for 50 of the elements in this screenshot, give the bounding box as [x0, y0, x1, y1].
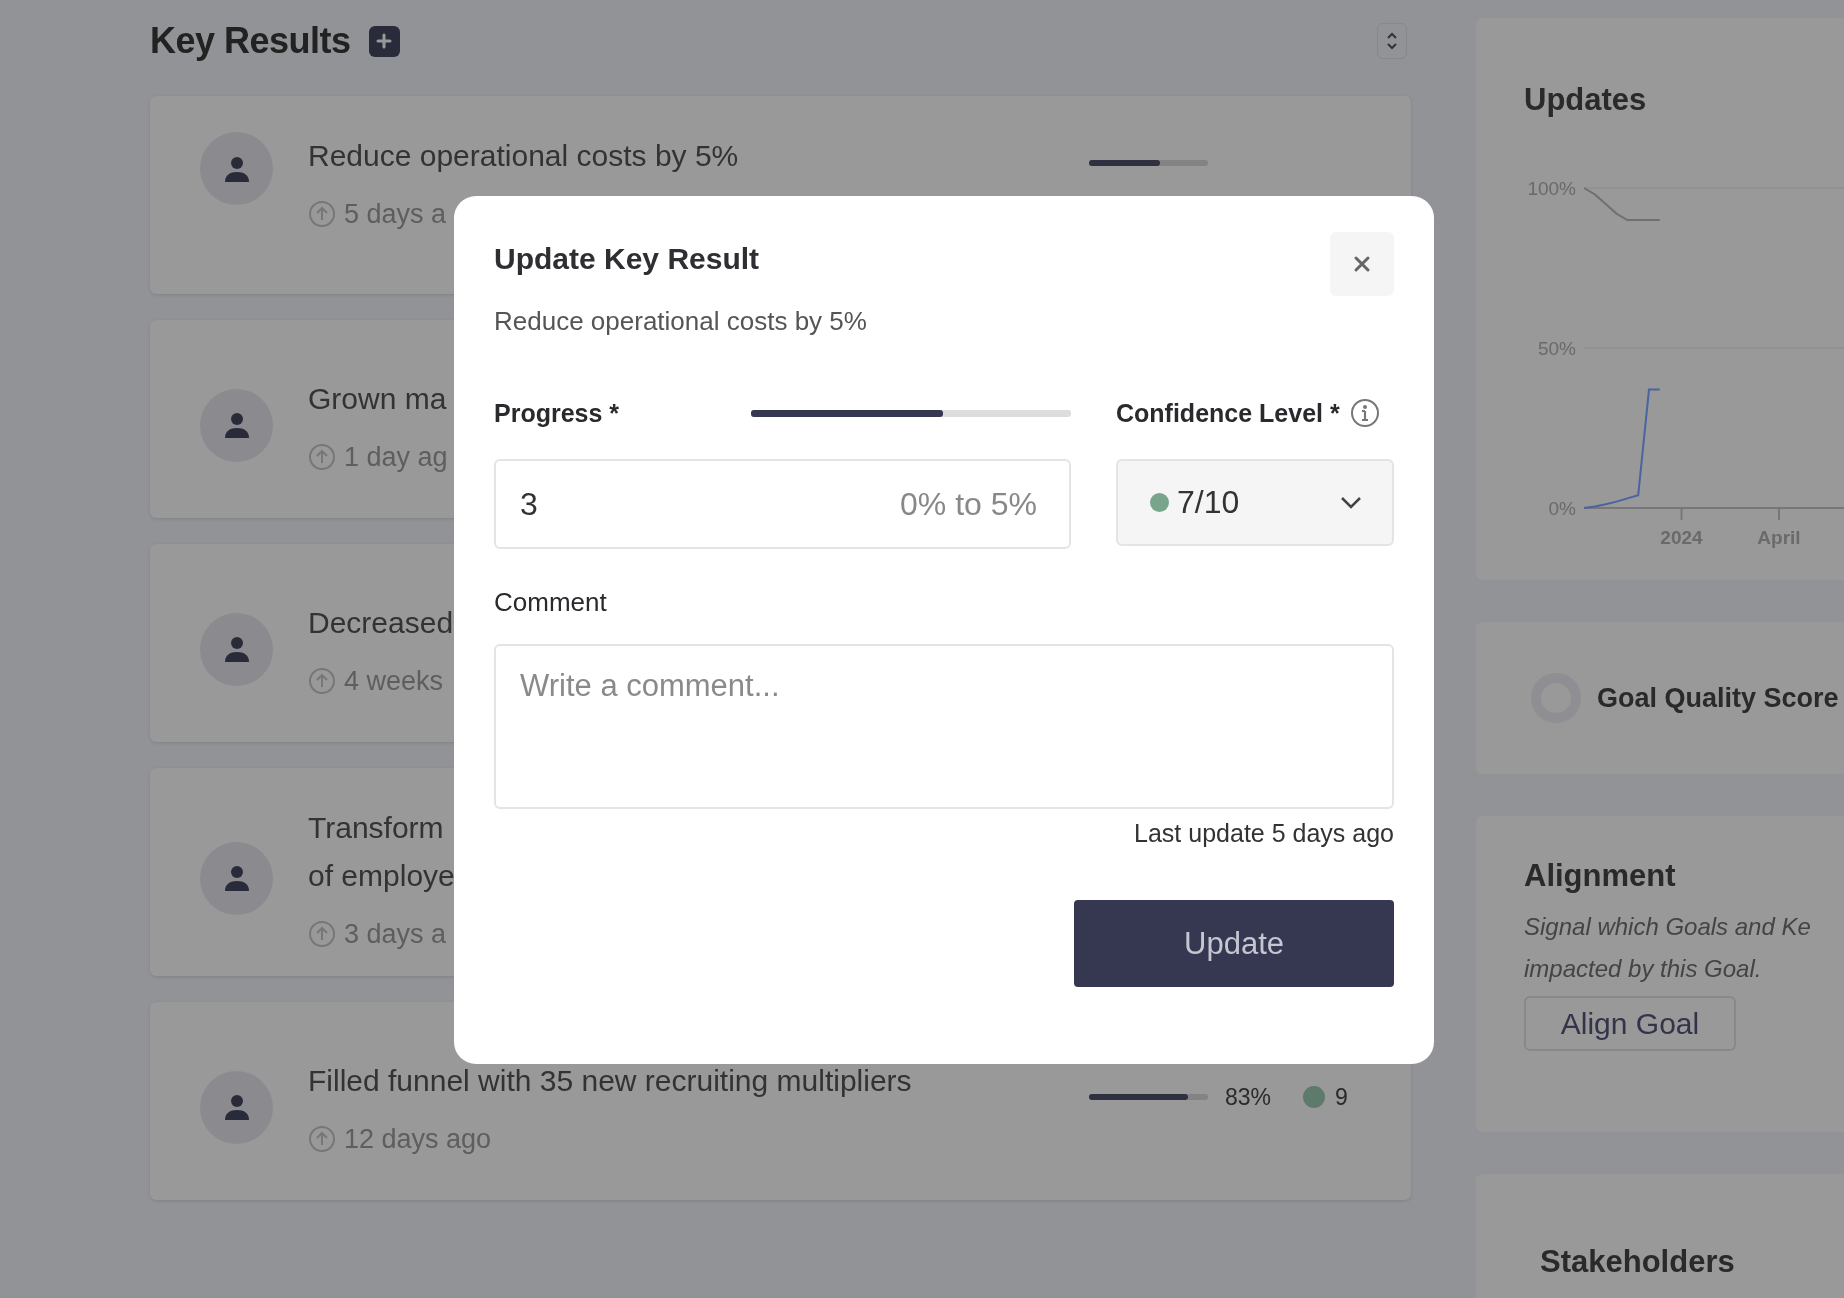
add-button[interactable]	[368, 25, 400, 57]
arrow-up-circle-icon	[308, 200, 336, 228]
card-title: Stakeholders	[1540, 1244, 1736, 1280]
progress-slider[interactable]	[751, 409, 1071, 417]
key-result-title: Grown ma	[308, 381, 447, 417]
arrow-up-circle-icon	[308, 667, 336, 695]
update-time: 12 days ago	[344, 1123, 492, 1156]
confidence-value: 9	[1335, 1083, 1348, 1111]
dialog-title: Update Key Result	[494, 242, 760, 276]
confidence-dropdown[interactable]: 7/10	[1116, 459, 1394, 546]
sort-button[interactable]	[1377, 23, 1407, 59]
key-result-title: Transform	[308, 810, 444, 846]
close-icon[interactable]	[1353, 255, 1371, 273]
progress-percent: 83%	[1225, 1083, 1273, 1111]
field-label: Comment	[494, 587, 608, 618]
plus-icon[interactable]	[376, 33, 393, 49]
align-goal-button[interactable]: Align Goal	[1524, 996, 1736, 1051]
sort-icon[interactable]	[1385, 30, 1399, 52]
input-range-hint: 0% to 5%	[900, 485, 1037, 523]
dropdown-value: 7/10	[1177, 484, 1241, 521]
comment-field[interactable]: Write a comment...	[494, 644, 1394, 809]
alignment-description: Signal which Goals and Ke impacted by this Goal.	[1524, 912, 1812, 984]
arrow-up-circle-icon	[308, 443, 336, 471]
info-icon	[1349, 398, 1380, 428]
update-time: 1 day ag	[344, 441, 448, 474]
chevron-down-icon	[1340, 495, 1362, 510]
update-time: 5 days a	[344, 198, 447, 231]
update-time: 3 days a	[344, 918, 447, 951]
person-icon	[222, 864, 251, 892]
person-icon	[222, 411, 251, 439]
field-label: Progress *	[494, 398, 620, 428]
field-label: Confidence Level *	[1116, 398, 1340, 428]
progress-input[interactable]: 3 0% to 5%	[494, 459, 1071, 549]
person-icon	[222, 154, 251, 183]
card-title: Updates	[1524, 82, 1648, 118]
update-time: 4 weeks	[344, 665, 444, 698]
person-icon	[222, 1093, 251, 1121]
key-result-title: Decreased	[308, 605, 454, 641]
input-value: 3	[520, 485, 539, 523]
last-update-text: Last update 5 days ago	[1133, 819, 1394, 848]
dialog-subtitle: Reduce operational costs by 5%	[494, 306, 868, 337]
card-title: Alignment	[1524, 858, 1677, 894]
person-icon	[222, 635, 251, 663]
key-result-title: Filled funnel with 35 new recruiting multipliers	[308, 1063, 912, 1099]
card-title: Goal Quality Score	[1597, 682, 1839, 714]
key-result-title: Reduce operational costs by 5%	[308, 138, 739, 174]
key-result-title: of employe	[308, 858, 455, 894]
arrow-up-circle-icon	[308, 920, 336, 948]
section-title: Key Results	[150, 20, 351, 62]
arrow-up-circle-icon	[308, 1125, 336, 1153]
